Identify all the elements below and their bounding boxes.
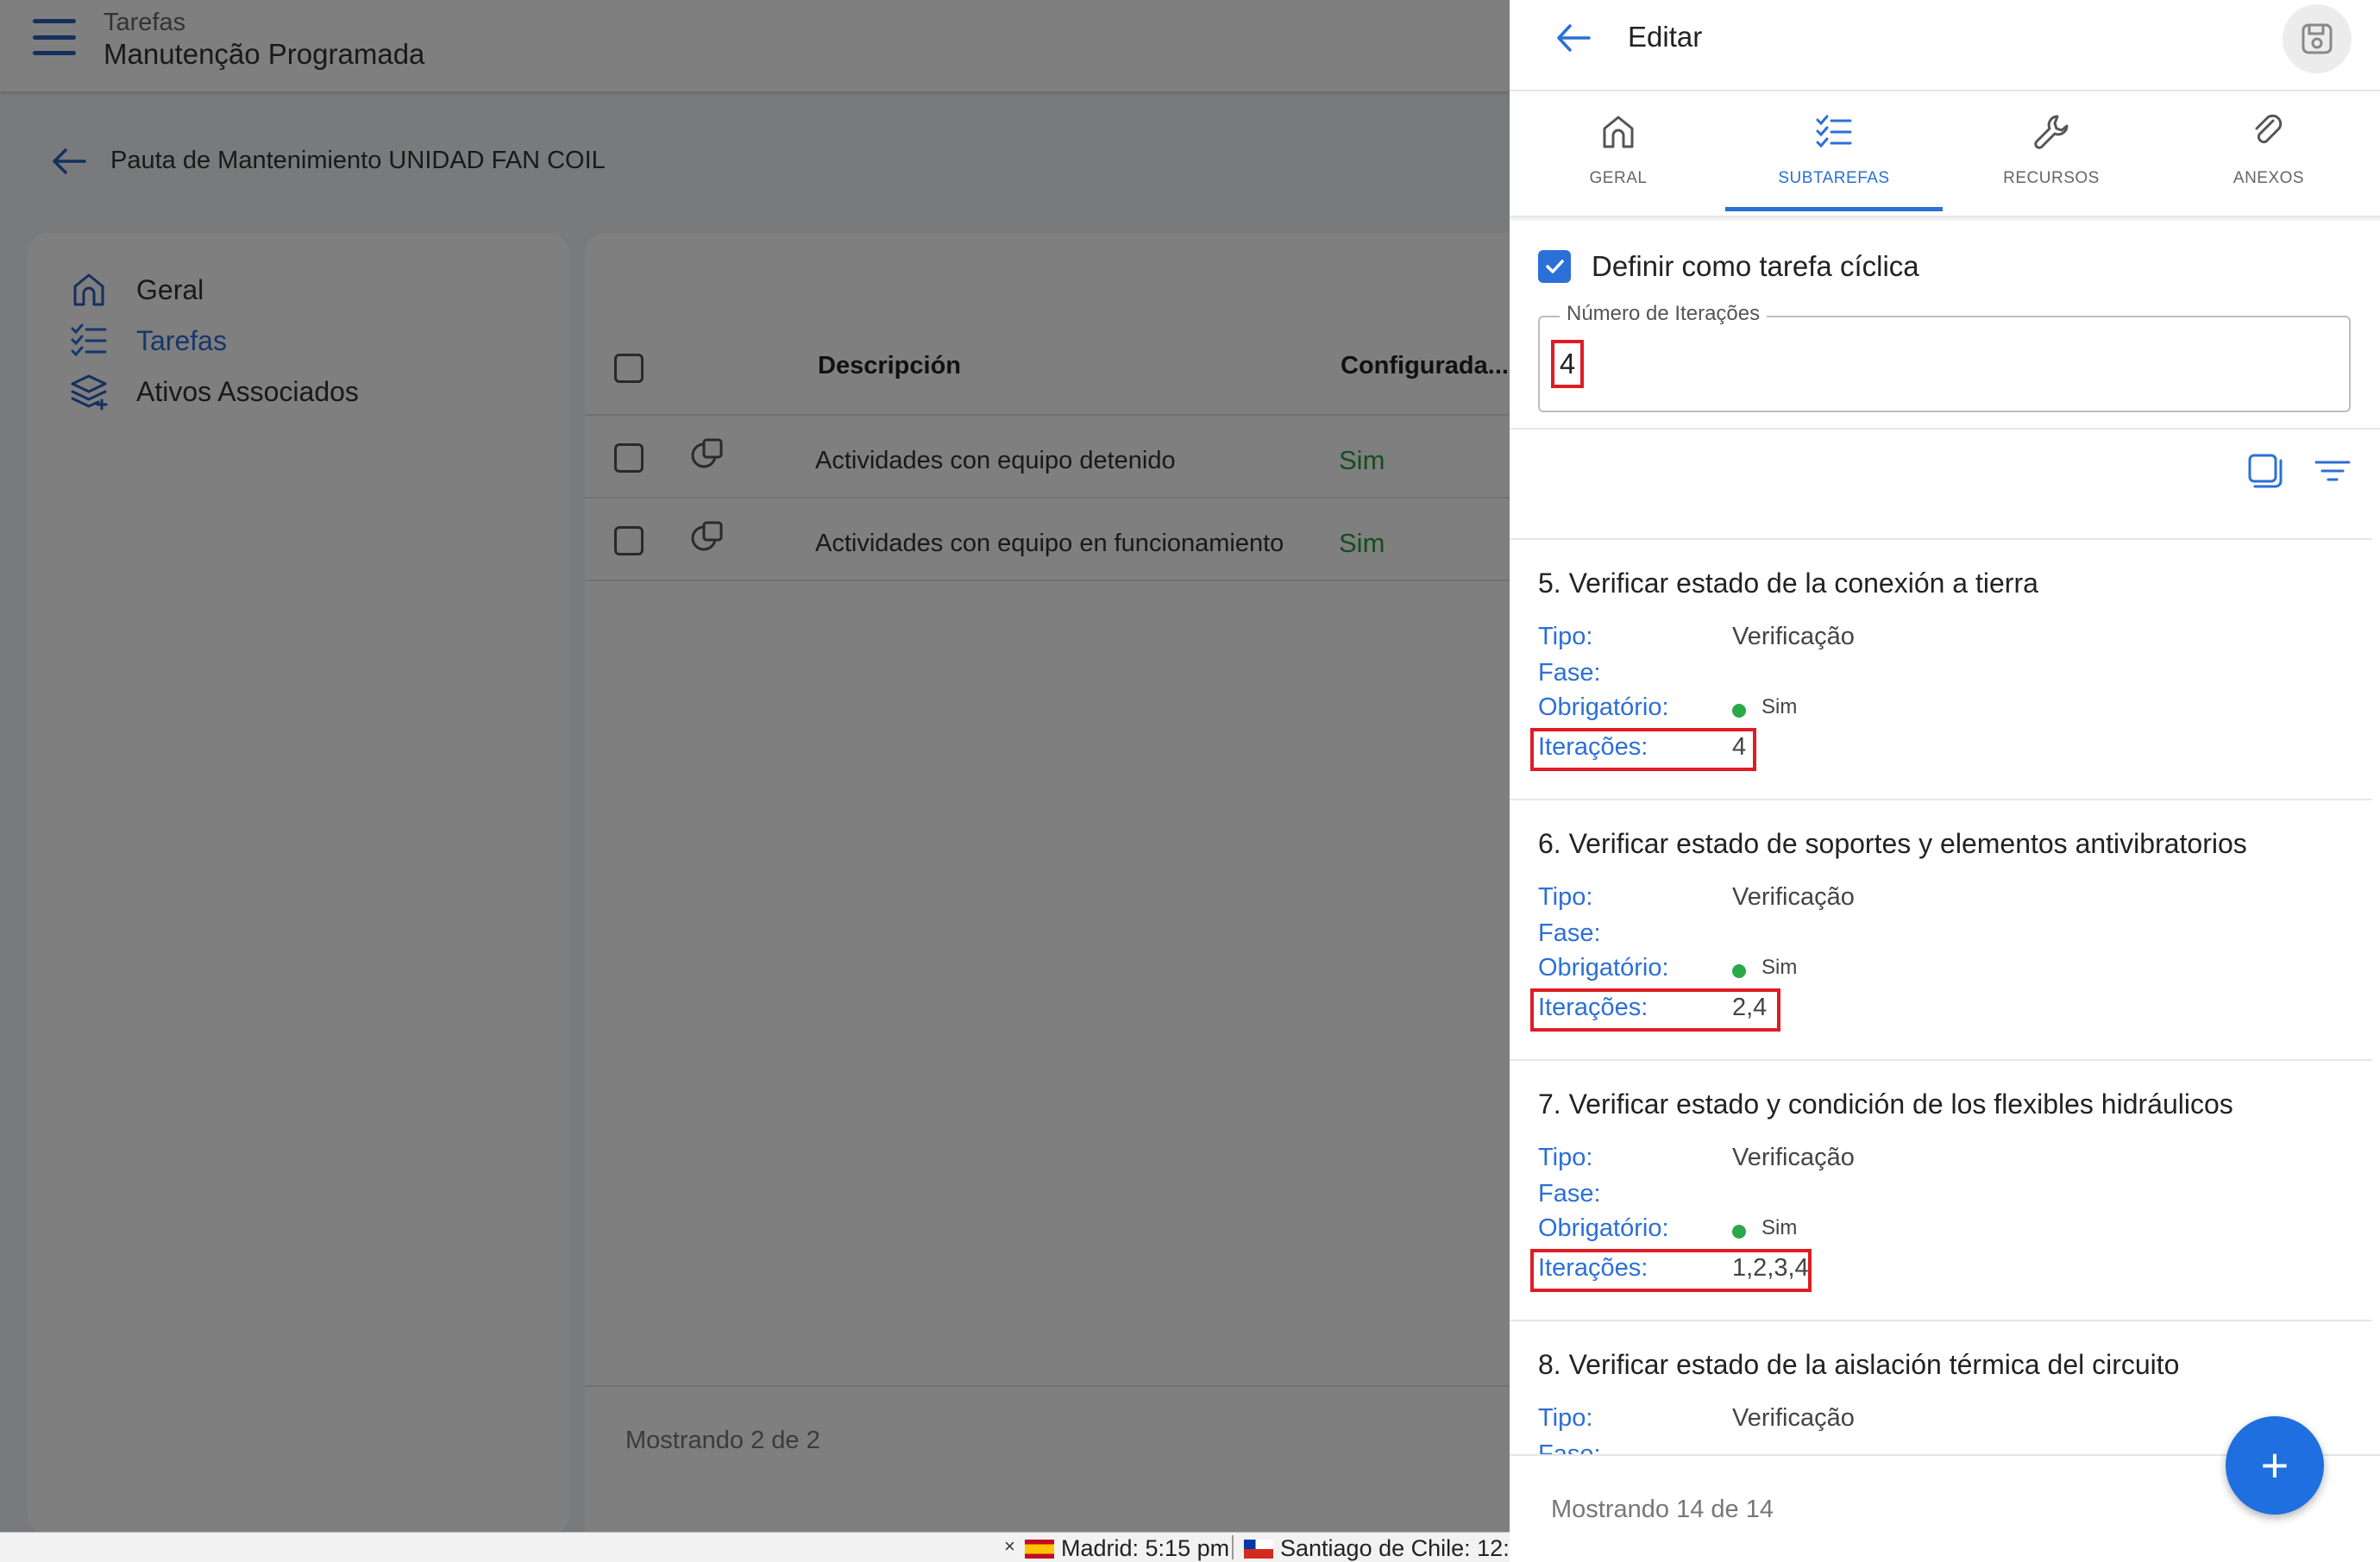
status-dot <box>1732 704 1746 718</box>
clock-santiago: Santiago de Chile: 12:1 <box>1244 1535 1523 1562</box>
tipo-value: Verificação <box>1732 623 1855 650</box>
iterations-field[interactable] <box>1538 316 2351 412</box>
status-dot <box>1732 964 1746 978</box>
divider <box>1510 216 2380 223</box>
divider <box>1510 90 2380 91</box>
save-button[interactable] <box>2283 4 2352 73</box>
divider <box>1232 1535 1234 1559</box>
wrench-icon <box>2034 115 2069 149</box>
highlight-box <box>1530 728 1756 771</box>
modal-overlay[interactable] <box>0 0 1510 1562</box>
tipo-label: Tipo: <box>1538 883 1593 911</box>
divider <box>1510 428 2380 430</box>
paperclip-icon <box>2255 114 2283 144</box>
subtask-title[interactable]: 6. Verificar estado de soportes y elemen… <box>1538 828 2247 860</box>
subtask-title[interactable]: 8. Verificar estado de la aislación térm… <box>1538 1349 2179 1381</box>
divider <box>1510 538 2372 540</box>
fase-label: Fase: <box>1538 1180 1601 1208</box>
subtask-title[interactable]: 5. Verificar estado de la conexión a tie… <box>1538 568 2038 599</box>
check-icon <box>1546 260 1564 273</box>
obrigatorio-label: Obrigatório: <box>1538 954 1669 982</box>
tab-recursos[interactable]: RECURSOS <box>1943 112 2160 216</box>
tipo-label: Tipo: <box>1538 1404 1593 1432</box>
fase-label: Fase: <box>1538 1440 1601 1454</box>
cyclic-task-checkbox[interactable] <box>1538 250 1571 283</box>
clock-text: Santiago de Chile: 12:1 <box>1280 1535 1523 1561</box>
tasks-icon <box>1816 115 1852 148</box>
panel-title: Editar <box>1628 21 1703 53</box>
copy-icon[interactable] <box>2245 450 2286 492</box>
cyclic-task-label[interactable]: Definir como tarefa cíclica <box>1592 250 1919 283</box>
tipo-value: Verificação <box>1732 1404 1855 1432</box>
highlight-box <box>1530 1249 1812 1292</box>
tipo-label: Tipo: <box>1538 623 1593 650</box>
fase-label: Fase: <box>1538 919 1601 947</box>
tab-geral[interactable]: GERAL <box>1510 112 1727 216</box>
tab-label: SUBTAREFAS <box>1778 169 1890 187</box>
obrigatorio-label: Obrigatório: <box>1538 1214 1669 1242</box>
tab-anexos[interactable]: ANEXOS <box>2160 112 2377 216</box>
tipo-label: Tipo: <box>1538 1144 1593 1171</box>
obrigatorio-value: Sim <box>1761 1216 1798 1239</box>
highlight-box <box>1530 988 1780 1032</box>
divider <box>1510 799 2372 800</box>
plus-icon: + <box>2260 1438 2289 1492</box>
obrigatorio-value: Sim <box>1761 956 1798 979</box>
spain-flag-icon <box>1025 1539 1054 1559</box>
edit-panel: Editar GERAL SUBTAREFAS RECURSOS ANEXOS … <box>1510 0 2380 1562</box>
iterations-field-label: Número de Iterações <box>1560 302 1768 326</box>
tipo-value: Verificação <box>1732 883 1855 911</box>
save-icon <box>2302 23 2333 54</box>
tab-subtarefas[interactable]: SUBTAREFAS <box>1725 112 1943 216</box>
iterations-input[interactable]: 4 <box>1551 340 1584 388</box>
home-icon <box>1603 116 1634 148</box>
clock-madrid: Madrid: 5:15 pm <box>1025 1535 1229 1562</box>
divider <box>1510 1059 2372 1061</box>
chile-flag-icon <box>1244 1539 1273 1559</box>
tab-label: ANEXOS <box>2232 169 2305 187</box>
tab-label: GERAL <box>1589 169 1648 187</box>
tipo-value: Verificação <box>1732 1144 1855 1171</box>
status-dot <box>1732 1225 1746 1239</box>
tab-label: RECURSOS <box>2003 169 2100 187</box>
clock-text: Madrid: 5:15 pm <box>1061 1535 1230 1561</box>
fase-label-clipped: Fase: <box>1538 1433 1601 1454</box>
fase-label: Fase: <box>1538 659 1601 687</box>
subtask-title[interactable]: 7. Verificar estado y condición de los f… <box>1538 1088 2233 1120</box>
obrigatorio-label: Obrigatório: <box>1538 693 1669 721</box>
obrigatorio-value: Sim <box>1761 695 1798 718</box>
back-arrow-icon[interactable] <box>1554 21 1592 55</box>
add-subtask-button[interactable]: + <box>2226 1416 2324 1515</box>
filter-icon[interactable] <box>2312 450 2353 492</box>
active-tab-indicator <box>1725 207 1943 211</box>
divider <box>1510 1320 2372 1321</box>
close-icon[interactable]: × <box>1004 1535 1015 1558</box>
list-footer: Mostrando 14 de 14 <box>1551 1496 1774 1523</box>
